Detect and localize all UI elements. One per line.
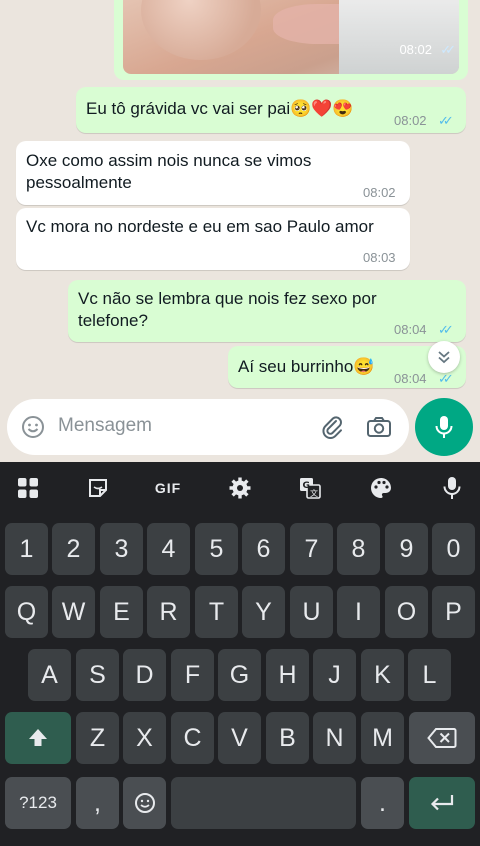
svg-text:G: G <box>303 481 310 491</box>
backspace-icon <box>427 728 457 748</box>
message-outgoing[interactable]: Vc não se lembra que nois fez sexo por t… <box>68 280 466 342</box>
symbols-key[interactable]: ?123 <box>5 777 71 829</box>
emoji-icon[interactable] <box>21 415 45 439</box>
message-incoming[interactable]: Oxe como assim nois nunca se vimos pesso… <box>16 141 410 205</box>
key-2[interactable]: 2 <box>52 523 95 575</box>
keyboard-toolbar: GIF G文 <box>0 462 480 512</box>
message-time: 08:02 <box>394 113 427 128</box>
key-v[interactable]: V <box>218 712 261 764</box>
key-a[interactable]: A <box>28 649 71 701</box>
key-x[interactable]: X <box>123 712 166 764</box>
key-r[interactable]: R <box>147 586 190 638</box>
key-q[interactable]: Q <box>5 586 48 638</box>
key-g[interactable]: G <box>218 649 261 701</box>
key-4[interactable]: 4 <box>147 523 190 575</box>
message-text: Vc não se lembra que nois fez sexo por t… <box>78 289 377 330</box>
key-5[interactable]: 5 <box>195 523 238 575</box>
image-message[interactable]: 08:02 ✓✓ <box>114 0 468 80</box>
key-7[interactable]: 7 <box>290 523 333 575</box>
key-e[interactable]: E <box>100 586 143 638</box>
key-8[interactable]: 8 <box>337 523 380 575</box>
photo-detail <box>339 0 459 74</box>
apps-grid-icon[interactable] <box>14 474 42 502</box>
voice-message-button[interactable] <box>415 398 473 456</box>
message-photo[interactable] <box>123 0 459 74</box>
double-chevron-down-icon <box>438 351 450 364</box>
shift-arrow-icon <box>29 729 47 746</box>
chat-area[interactable]: 08:02 ✓✓ Eu tô grávida vc vai ser pai🥺❤️… <box>0 0 480 462</box>
key-o[interactable]: O <box>385 586 428 638</box>
key-z[interactable]: Z <box>76 712 119 764</box>
key-l[interactable]: L <box>408 649 451 701</box>
key-b[interactable]: B <box>266 712 309 764</box>
key-9[interactable]: 9 <box>385 523 428 575</box>
key-1[interactable]: 1 <box>5 523 48 575</box>
key-h[interactable]: H <box>266 649 309 701</box>
microphone-icon[interactable] <box>438 474 466 502</box>
camera-icon[interactable] <box>366 414 392 440</box>
soft-keyboard[interactable]: GIF G文 1 2 3 4 5 6 7 8 9 0 Q W E R T Y U… <box>0 462 480 846</box>
palette-icon[interactable] <box>367 474 395 502</box>
paperclip-icon[interactable] <box>320 414 346 440</box>
key-p[interactable]: P <box>432 586 475 638</box>
symbols-label: ?123 <box>19 793 57 812</box>
microphone-icon <box>435 416 453 438</box>
comma-key[interactable]: , <box>76 777 119 829</box>
key-6[interactable]: 6 <box>242 523 285 575</box>
key-s[interactable]: S <box>76 649 119 701</box>
scroll-to-bottom-button[interactable] <box>428 341 460 373</box>
message-incoming[interactable]: Vc mora no nordeste e eu em sao Paulo am… <box>16 208 410 270</box>
key-k[interactable]: K <box>361 649 404 701</box>
gif-button[interactable]: GIF <box>154 474 182 502</box>
key-d[interactable]: D <box>123 649 166 701</box>
key-n[interactable]: N <box>313 712 356 764</box>
key-w[interactable]: W <box>52 586 95 638</box>
shift-key[interactable] <box>5 712 71 764</box>
emoji-icon <box>134 793 155 813</box>
enter-arrow-icon <box>430 795 454 811</box>
message-time: 08:04 <box>394 322 427 337</box>
spacebar[interactable] <box>171 777 356 829</box>
read-receipt-icon: ✓✓ <box>438 322 454 337</box>
key-3[interactable]: 3 <box>100 523 143 575</box>
photo-finger <box>141 0 261 60</box>
backspace-key[interactable] <box>409 712 475 764</box>
message-composer[interactable]: Mensagem <box>7 399 409 455</box>
sticker-icon[interactable] <box>84 474 112 502</box>
message-text: Vc mora no nordeste e eu em sao Paulo am… <box>26 217 374 236</box>
key-m[interactable]: M <box>361 712 404 764</box>
key-i[interactable]: I <box>337 586 380 638</box>
message-time: 08:03 <box>363 250 396 265</box>
message-outgoing[interactable]: Eu tô grávida vc vai ser pai🥺❤️😍 08:02 ✓… <box>76 87 466 133</box>
translate-icon[interactable]: G文 <box>296 474 324 502</box>
read-receipt-icon: ✓✓ <box>440 42 456 57</box>
read-receipt-icon: ✓✓ <box>438 113 454 128</box>
svg-text:文: 文 <box>310 488 318 498</box>
message-time: 08:04 <box>394 371 427 386</box>
message-time: 08:02 <box>363 185 396 200</box>
key-f[interactable]: F <box>171 649 214 701</box>
key-j[interactable]: J <box>313 649 356 701</box>
message-input[interactable]: Mensagem <box>58 415 152 437</box>
period-key[interactable]: . <box>361 777 404 829</box>
key-0[interactable]: 0 <box>432 523 475 575</box>
message-text: Oxe como assim nois nunca se vimos pesso… <box>26 151 312 192</box>
emoji-key[interactable] <box>123 777 166 829</box>
key-y[interactable]: Y <box>242 586 285 638</box>
gear-icon[interactable] <box>226 474 254 502</box>
key-t[interactable]: T <box>195 586 238 638</box>
enter-key[interactable] <box>409 777 475 829</box>
message-time: 08:02 <box>399 42 432 57</box>
message-text: Aí seu burrinho😅 <box>238 357 375 376</box>
key-u[interactable]: U <box>290 586 333 638</box>
message-text: Eu tô grávida vc vai ser pai🥺❤️😍 <box>86 99 354 118</box>
key-c[interactable]: C <box>171 712 214 764</box>
